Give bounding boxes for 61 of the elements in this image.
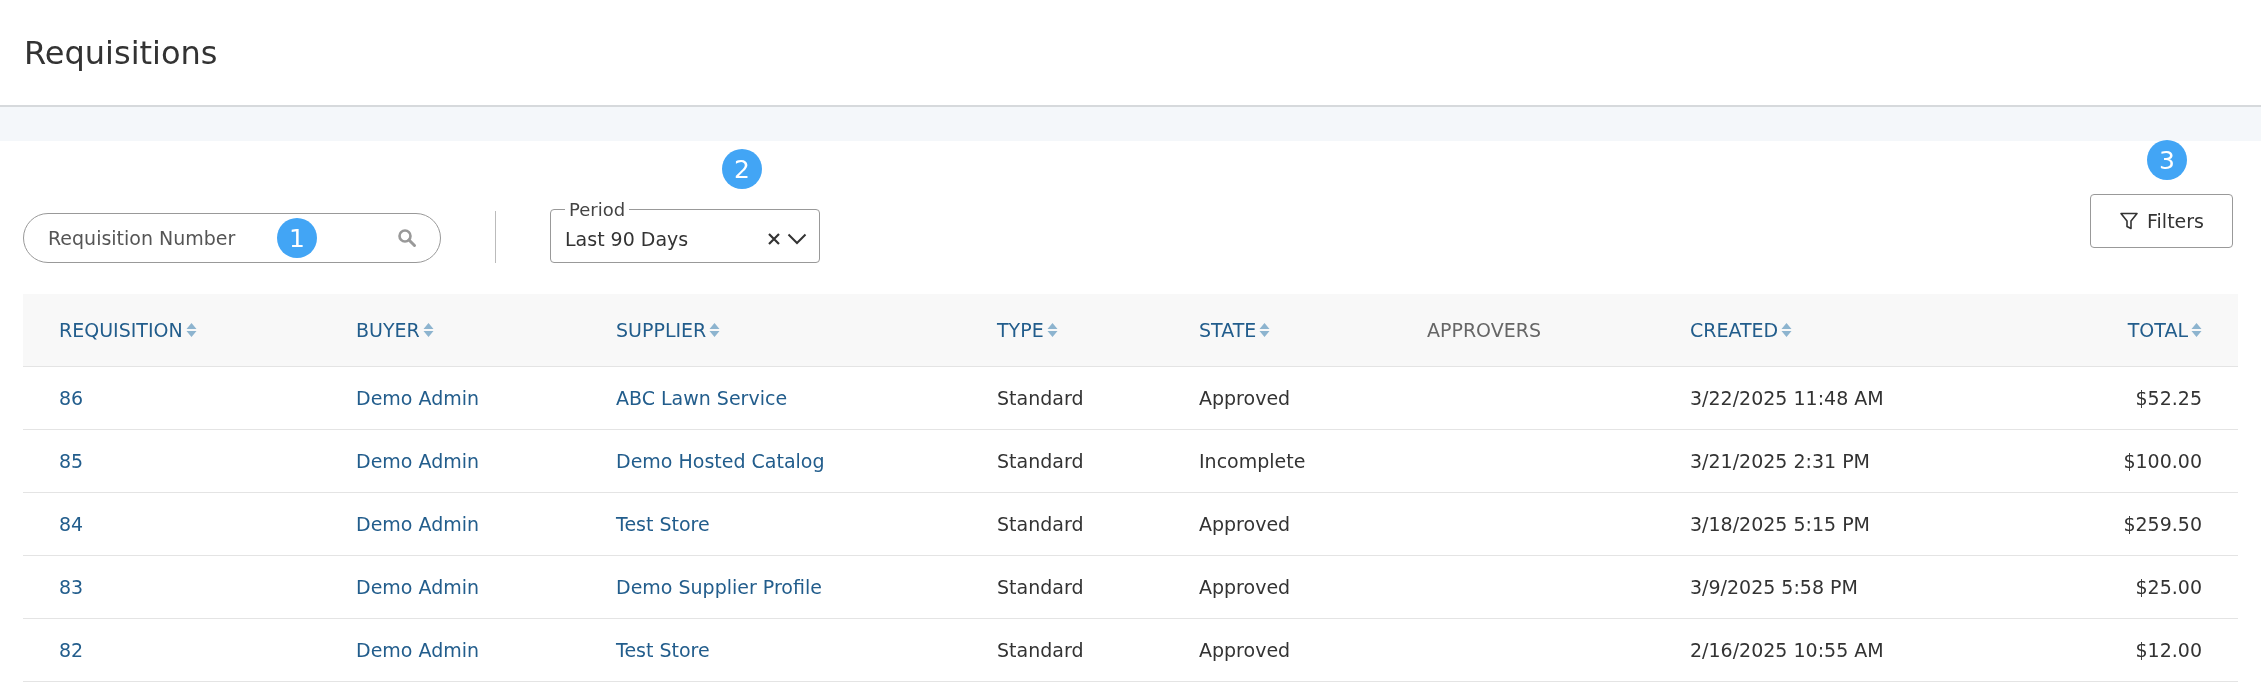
clear-icon[interactable]	[767, 232, 781, 246]
sort-icon[interactable]	[1046, 322, 1058, 338]
table-cell: $100.00	[2123, 450, 2202, 472]
column-header[interactable]: TYPE	[997, 319, 1044, 341]
table-cell: $259.50	[2123, 513, 2202, 535]
step-badge: 3	[2147, 140, 2188, 180]
table-link[interactable]: Demo Admin	[356, 387, 480, 409]
table-cell: Standard	[997, 387, 1084, 409]
column-header[interactable]: SUPPLIER	[616, 319, 707, 341]
table-link[interactable]: Demo Admin	[356, 576, 480, 598]
table-link[interactable]: Demo Admin	[356, 513, 480, 535]
column-header[interactable]: CREATED	[1690, 319, 1779, 341]
table-link[interactable]: 82	[59, 639, 84, 661]
sort-icon[interactable]	[422, 322, 434, 338]
table-cell: $25.00	[2135, 576, 2202, 598]
table-cell: $52.25	[2135, 387, 2202, 409]
table-link[interactable]: Demo Supplier Profile	[616, 576, 822, 598]
filters-button[interactable]: Filters	[2090, 194, 2233, 248]
table-link[interactable]: 85	[59, 450, 84, 472]
column-header[interactable]: TOTAL	[2127, 319, 2188, 341]
period-value: Last 90 Days	[565, 228, 690, 250]
table-cell: 3/18/2025 5:15 PM	[1690, 513, 1871, 535]
page-title: Requisitions	[24, 33, 218, 72]
period-select[interactable]: Period Last 90 Days	[550, 199, 820, 263]
sort-icon[interactable]	[2191, 322, 2202, 338]
column-header: APPROVERS	[1427, 319, 1541, 341]
table-link[interactable]: Demo Admin	[356, 450, 480, 472]
table-cell: Incomplete	[1199, 450, 1306, 472]
table-link[interactable]: Test Store	[616, 639, 710, 661]
table-cell: 3/22/2025 11:48 AM	[1690, 387, 1884, 409]
step-badge: 2	[722, 149, 762, 189]
table-link[interactable]: ABC Lawn Service	[616, 387, 788, 409]
table-link[interactable]: Test Store	[616, 513, 710, 535]
column-header[interactable]: BUYER	[356, 319, 420, 341]
table-cell: Standard	[997, 576, 1084, 598]
sort-icon[interactable]	[709, 322, 721, 338]
table-link[interactable]: Demo Admin	[356, 639, 480, 661]
table-cell: 3/21/2025 2:31 PM	[1690, 450, 1871, 472]
column-header[interactable]: STATE	[1199, 319, 1257, 341]
table-cell: Approved	[1199, 576, 1291, 598]
table-link[interactable]: 84	[59, 513, 84, 535]
sort-icon[interactable]	[1259, 322, 1271, 338]
sort-icon[interactable]	[1781, 322, 1793, 338]
table-cell: Standard	[997, 513, 1084, 535]
period-label: Period	[568, 199, 627, 220]
column-header[interactable]: REQUISITION	[59, 319, 183, 341]
table-cell: Standard	[997, 450, 1084, 472]
table-cell: Standard	[997, 639, 1084, 661]
table-cell: 3/9/2025 5:58 PM	[1690, 576, 1858, 598]
table-link[interactable]: 83	[59, 576, 84, 598]
table-link[interactable]: Demo Hosted Catalog	[616, 450, 825, 472]
table-link[interactable]: 86	[59, 387, 84, 409]
table-cell: Approved	[1199, 639, 1291, 661]
table-cell: Approved	[1199, 513, 1291, 535]
table-cell: 2/16/2025 10:55 AM	[1690, 639, 1884, 661]
search-icon	[397, 228, 417, 248]
funnel-icon	[2119, 211, 2140, 231]
table-cell: $12.00	[2135, 639, 2202, 661]
chevron-down-icon[interactable]	[787, 233, 807, 245]
sort-icon[interactable]	[185, 322, 197, 338]
table-cell: Approved	[1199, 387, 1291, 409]
